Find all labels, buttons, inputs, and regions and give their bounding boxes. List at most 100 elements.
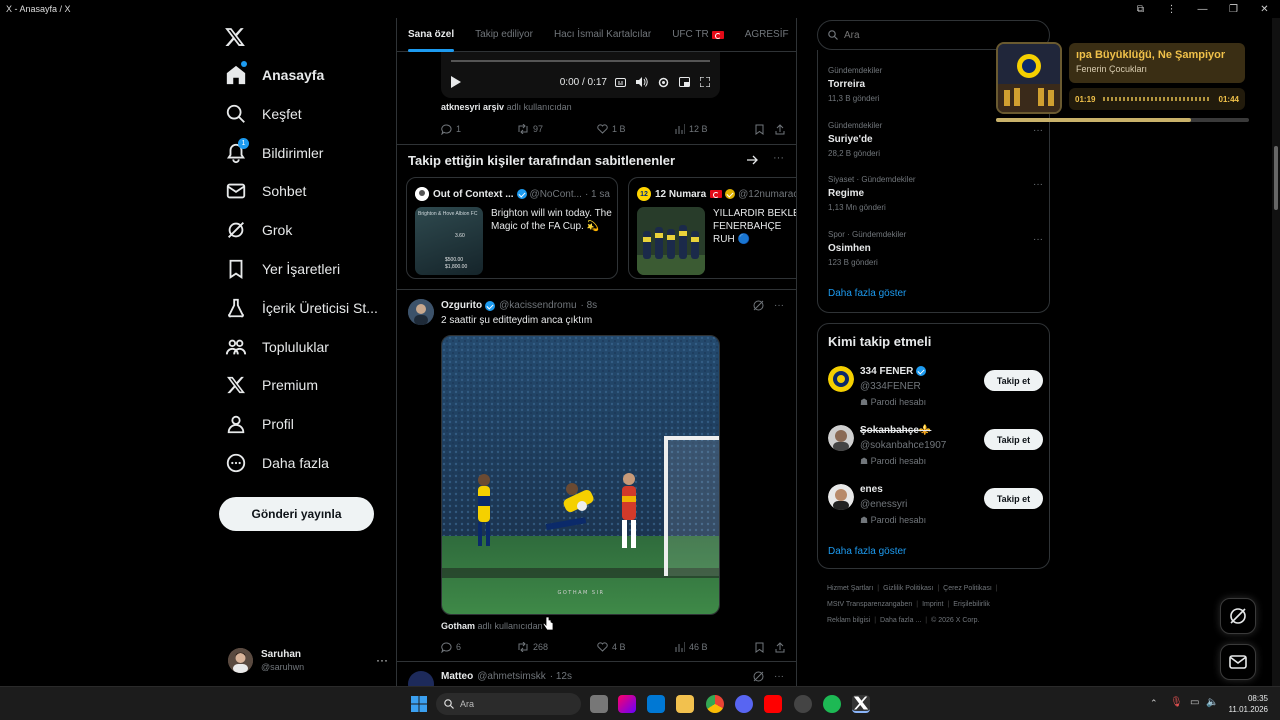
share-button[interactable] — [775, 123, 785, 135]
pinned-card[interactable]: 12 12 Numara @12numarac YILLARDIR BEKLE … — [628, 177, 796, 279]
share-button[interactable] — [775, 641, 785, 653]
scrollbar-thumb[interactable] — [1274, 146, 1278, 210]
grok-icon[interactable] — [753, 671, 764, 682]
sidebar-item-home[interactable]: Anasayfa — [224, 57, 399, 93]
follow-button[interactable]: Takip et — [984, 429, 1043, 450]
media-player-widget[interactable]: ıpa Büyüklüğü, Ne Şampiyor Fenerin Çocuk… — [996, 40, 1250, 124]
post-time[interactable]: · 12s — [550, 671, 572, 682]
spotify-icon[interactable] — [823, 695, 841, 713]
track-progress-bar[interactable] — [996, 118, 1249, 122]
tray-chevron-icon[interactable]: ⌃ — [1150, 698, 1158, 709]
network-icon[interactable]: ▭ — [1190, 697, 1199, 708]
show-more-link[interactable]: Daha fazla göster — [828, 546, 906, 557]
footer-link[interactable]: MStV Transparenzangaben — [827, 601, 912, 608]
restore-button[interactable]: ❐ — [1218, 0, 1249, 18]
pip-icon[interactable] — [679, 77, 690, 87]
copilot-icon[interactable] — [618, 695, 636, 713]
youtube-icon[interactable] — [764, 695, 782, 713]
bookmark-button[interactable] — [755, 642, 775, 653]
footer-link[interactable]: Çerez Politikası — [943, 585, 992, 592]
video-player[interactable]: 0:00 / 0:17 — [441, 52, 720, 98]
footer-link[interactable]: Gizlilik Politikası — [883, 585, 933, 592]
grok-fab[interactable] — [1220, 598, 1256, 634]
post-button[interactable]: Gönderi yayınla — [219, 497, 374, 531]
follow-button[interactable]: Takip et — [984, 488, 1043, 509]
system-clock[interactable]: 08:35 11.01.2026 — [1226, 693, 1268, 715]
sidebar-item-bookmark[interactable]: Yer İşaretleri — [224, 251, 399, 287]
reply-button[interactable]: 1 — [441, 123, 517, 135]
sidebar-item-mail[interactable]: Sohbet — [224, 173, 399, 209]
sidebar-item-x-logo[interactable]: Premium — [224, 367, 399, 403]
footer-link[interactable]: Erişilebilirlik — [953, 601, 990, 608]
trend-item[interactable]: Spor · Gündemdekiler Osimhen 123 B gönderi… — [828, 230, 1043, 267]
post-author-name[interactable]: Matteo — [441, 671, 473, 682]
footer-link[interactable]: Daha fazla ... — [880, 617, 921, 624]
x-logo-icon[interactable] — [224, 26, 246, 48]
volume-icon[interactable] — [636, 77, 648, 87]
footer-link[interactable]: © 2026 X Corp. — [931, 617, 979, 624]
sidebar-item-more-circle[interactable]: Daha fazla — [224, 445, 399, 481]
trend-item[interactable]: Siyaset · Gündemdekiler Regime 1,13 Mn gön… — [828, 175, 1043, 212]
post-author-handle[interactable]: @kacissendromu — [499, 300, 576, 311]
sidebar-item-search[interactable]: Keşfet — [224, 96, 399, 132]
more-icon[interactable]: ··· — [773, 152, 784, 164]
messages-fab[interactable] — [1220, 644, 1256, 680]
menu-kebab-icon[interactable]: ⋮ — [1156, 0, 1187, 18]
pinned-card[interactable]: Out of Context ... @NoCont... · 1 sa Bri… — [406, 177, 618, 279]
video-source[interactable]: atknesyri arşiv adlı kullanıcıdan — [441, 102, 572, 112]
play-icon[interactable] — [451, 76, 461, 88]
views-button[interactable]: 46 B — [675, 642, 755, 652]
bookmark-button[interactable] — [755, 124, 775, 135]
footer-link[interactable]: Imprint — [922, 601, 943, 608]
sidebar-item-communities[interactable]: Topluluklar — [224, 329, 399, 365]
tab-following[interactable]: Takip ediliyor — [475, 18, 533, 52]
extensions-icon[interactable]: ⧉ — [1125, 0, 1156, 18]
post-time[interactable]: · 8s — [581, 300, 598, 311]
file-explorer-icon[interactable] — [676, 695, 694, 713]
reply-button[interactable]: 6 — [441, 641, 517, 653]
post-video[interactable]: GOTHAM SIR — [441, 335, 720, 615]
footer-link[interactable]: Reklam bilgisi — [827, 617, 870, 624]
tab-for-you[interactable]: Sana özel — [408, 18, 455, 52]
sidebar-item-grok[interactable]: Grok — [224, 212, 399, 248]
follow-button[interactable]: Takip et — [984, 370, 1043, 391]
x-app-icon[interactable] — [852, 695, 870, 713]
account-switcher[interactable]: Saruhan @saruhwn ··· — [228, 642, 388, 678]
show-more-link[interactable]: Daha fazla göster — [828, 288, 906, 299]
repost-button[interactable]: 268 — [517, 642, 597, 652]
windows-start-icon[interactable] — [410, 695, 428, 713]
chrome-icon[interactable] — [706, 695, 724, 713]
fullscreen-icon[interactable] — [700, 77, 710, 87]
repost-button[interactable]: 97 — [517, 124, 597, 134]
close-button[interactable]: ✕ — [1249, 0, 1280, 18]
captions-icon[interactable] — [615, 77, 626, 87]
tab-agresif[interactable]: AGRESİF — [745, 18, 789, 52]
sidebar-item-person[interactable]: Profil — [224, 406, 399, 442]
post-author-handle[interactable]: @ahmetsimskk — [477, 671, 546, 682]
account-more-icon[interactable]: ··· — [376, 653, 388, 667]
settings-gear-icon[interactable] — [658, 77, 669, 88]
taskbar-search[interactable]: Ara — [436, 693, 581, 715]
discord-icon[interactable] — [735, 695, 753, 713]
page-scrollbar[interactable] — [1272, 18, 1280, 686]
tab-list-haci-ismail[interactable]: Hacı İsmail Kartalcılar — [554, 18, 651, 52]
like-button[interactable]: 4 B — [597, 642, 675, 652]
post-author-name[interactable]: Ozgurito — [441, 300, 482, 311]
follow-suggestion[interactable]: enes @enessyri ☗ Parodi hesabı Takip et — [828, 482, 1043, 530]
follow-suggestion[interactable]: Şokanbahçe⚜️ @sokanbahce1907 ☗ Parodi he… — [828, 423, 1043, 471]
task-view-icon[interactable] — [590, 695, 608, 713]
sidebar-item-flask[interactable]: İçerik Üreticisi St... — [224, 290, 399, 326]
video-progress-bar[interactable] — [451, 60, 710, 62]
more-icon[interactable]: ··· — [1033, 234, 1043, 245]
more-icon[interactable]: ··· — [1033, 179, 1043, 190]
tab-ufc-tr[interactable]: UFC TR — [672, 18, 724, 52]
more-icon[interactable]: ··· — [774, 671, 784, 682]
sidebar-item-bell[interactable]: 1 Bildirimler — [224, 135, 399, 171]
video-source[interactable]: Gotham adlı kullanıcıdan — [441, 621, 543, 631]
views-button[interactable]: 12 B — [675, 124, 755, 134]
trend-item[interactable]: Gündemdekiler Suriye'de 28,2 B gönderi ··· — [828, 121, 1043, 158]
more-icon[interactable]: ··· — [774, 300, 784, 311]
avatar[interactable] — [408, 671, 434, 686]
more-icon[interactable]: ··· — [1033, 125, 1043, 136]
search-input[interactable] — [844, 29, 1004, 41]
